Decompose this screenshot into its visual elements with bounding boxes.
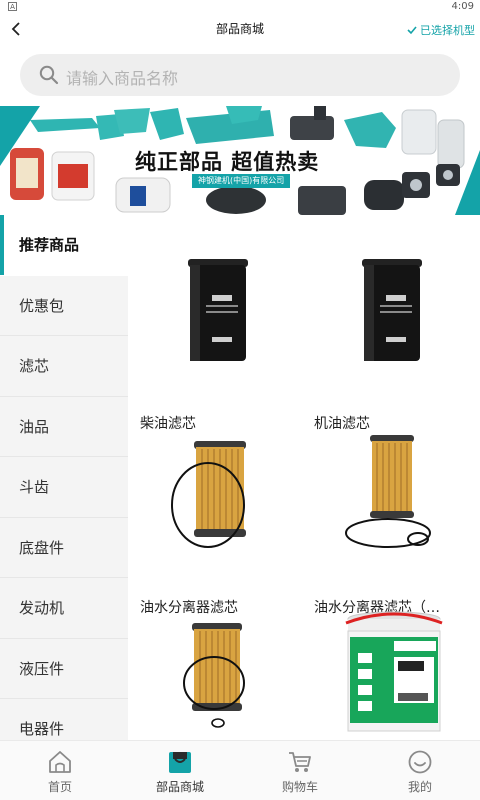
- profile-icon: [408, 750, 432, 774]
- category-sidebar: 推荐商品 优惠包 滤芯 油品 斗齿 底盘件 发动机 液压件 电器件: [0, 215, 128, 740]
- category-item-recommended[interactable]: 推荐商品: [0, 215, 128, 276]
- status-bar: A 4:09: [0, 0, 480, 14]
- product-image: [188, 259, 248, 361]
- product-image: [183, 623, 245, 728]
- product-image: [171, 441, 246, 548]
- tab-label: 部品商城: [155, 780, 204, 794]
- product-name: 机油滤芯: [314, 416, 370, 432]
- product-card[interactable]: [140, 619, 300, 740]
- category-item-oils[interactable]: 油品: [0, 397, 128, 457]
- tab-profile[interactable]: 我的: [360, 741, 480, 800]
- tab-home[interactable]: 首页: [0, 741, 120, 800]
- cart-icon: [289, 752, 311, 772]
- category-item-filters[interactable]: 滤芯: [0, 336, 128, 397]
- mall-icon: [169, 752, 191, 773]
- product-image: [345, 435, 431, 548]
- category-item-electrical[interactable]: 电器件: [0, 699, 128, 740]
- check-icon: [407, 26, 417, 35]
- product-image: [362, 259, 422, 361]
- banner-company: 神钢建机(中国)有限公司: [192, 174, 291, 188]
- product-image: [345, 611, 443, 732]
- tab-label: 首页: [47, 780, 72, 794]
- tab-mall[interactable]: 部品商城: [120, 741, 240, 800]
- status-clock: 4:09: [451, 1, 474, 12]
- category-item-undercarriage[interactable]: 底盘件: [0, 518, 128, 578]
- product-name: 柴油滤芯: [140, 416, 196, 432]
- product-grid: 柴油滤芯 机油滤芯 油水分离器滤芯 油水分离器滤芯（…: [128, 215, 480, 740]
- product-card[interactable]: 油水分离器滤芯（…: [314, 435, 474, 625]
- product-card[interactable]: 柴油滤芯: [140, 251, 300, 441]
- promo-banner[interactable]: 纯正部品 超值热卖 神钢建机(中国)有限公司: [0, 106, 480, 215]
- tab-label: 购物车: [281, 780, 318, 794]
- search-icon: [39, 65, 59, 85]
- tab-label: 我的: [407, 780, 432, 794]
- product-card[interactable]: [314, 611, 474, 740]
- category-item-hydraulics[interactable]: 液压件: [0, 639, 128, 699]
- search-input[interactable]: 请输入商品名称: [66, 65, 178, 89]
- product-name: 油水分离器滤芯: [140, 600, 238, 616]
- search-box[interactable]: 请输入商品名称: [20, 54, 460, 96]
- tab-cart[interactable]: 购物车: [240, 741, 360, 800]
- home-icon: [49, 751, 71, 773]
- bottom-tab-bar: 首页 部品商城 购物车 我的: [0, 740, 480, 800]
- category-item-engine[interactable]: 发动机: [0, 578, 128, 639]
- top-header: 部品商城 已选择机型: [0, 14, 480, 44]
- category-item-discount-pack[interactable]: 优惠包: [0, 276, 128, 336]
- banner-slogan: 纯正部品 超值热卖: [135, 150, 320, 174]
- selected-model-button[interactable]: 已选择机型: [407, 22, 475, 38]
- category-item-bucket-teeth[interactable]: 斗齿: [0, 457, 128, 518]
- selected-model-label: 已选择机型: [420, 24, 475, 37]
- product-card[interactable]: 油水分离器滤芯: [140, 435, 300, 625]
- product-card[interactable]: 机油滤芯: [314, 251, 474, 441]
- sim-card-icon: A: [8, 2, 17, 11]
